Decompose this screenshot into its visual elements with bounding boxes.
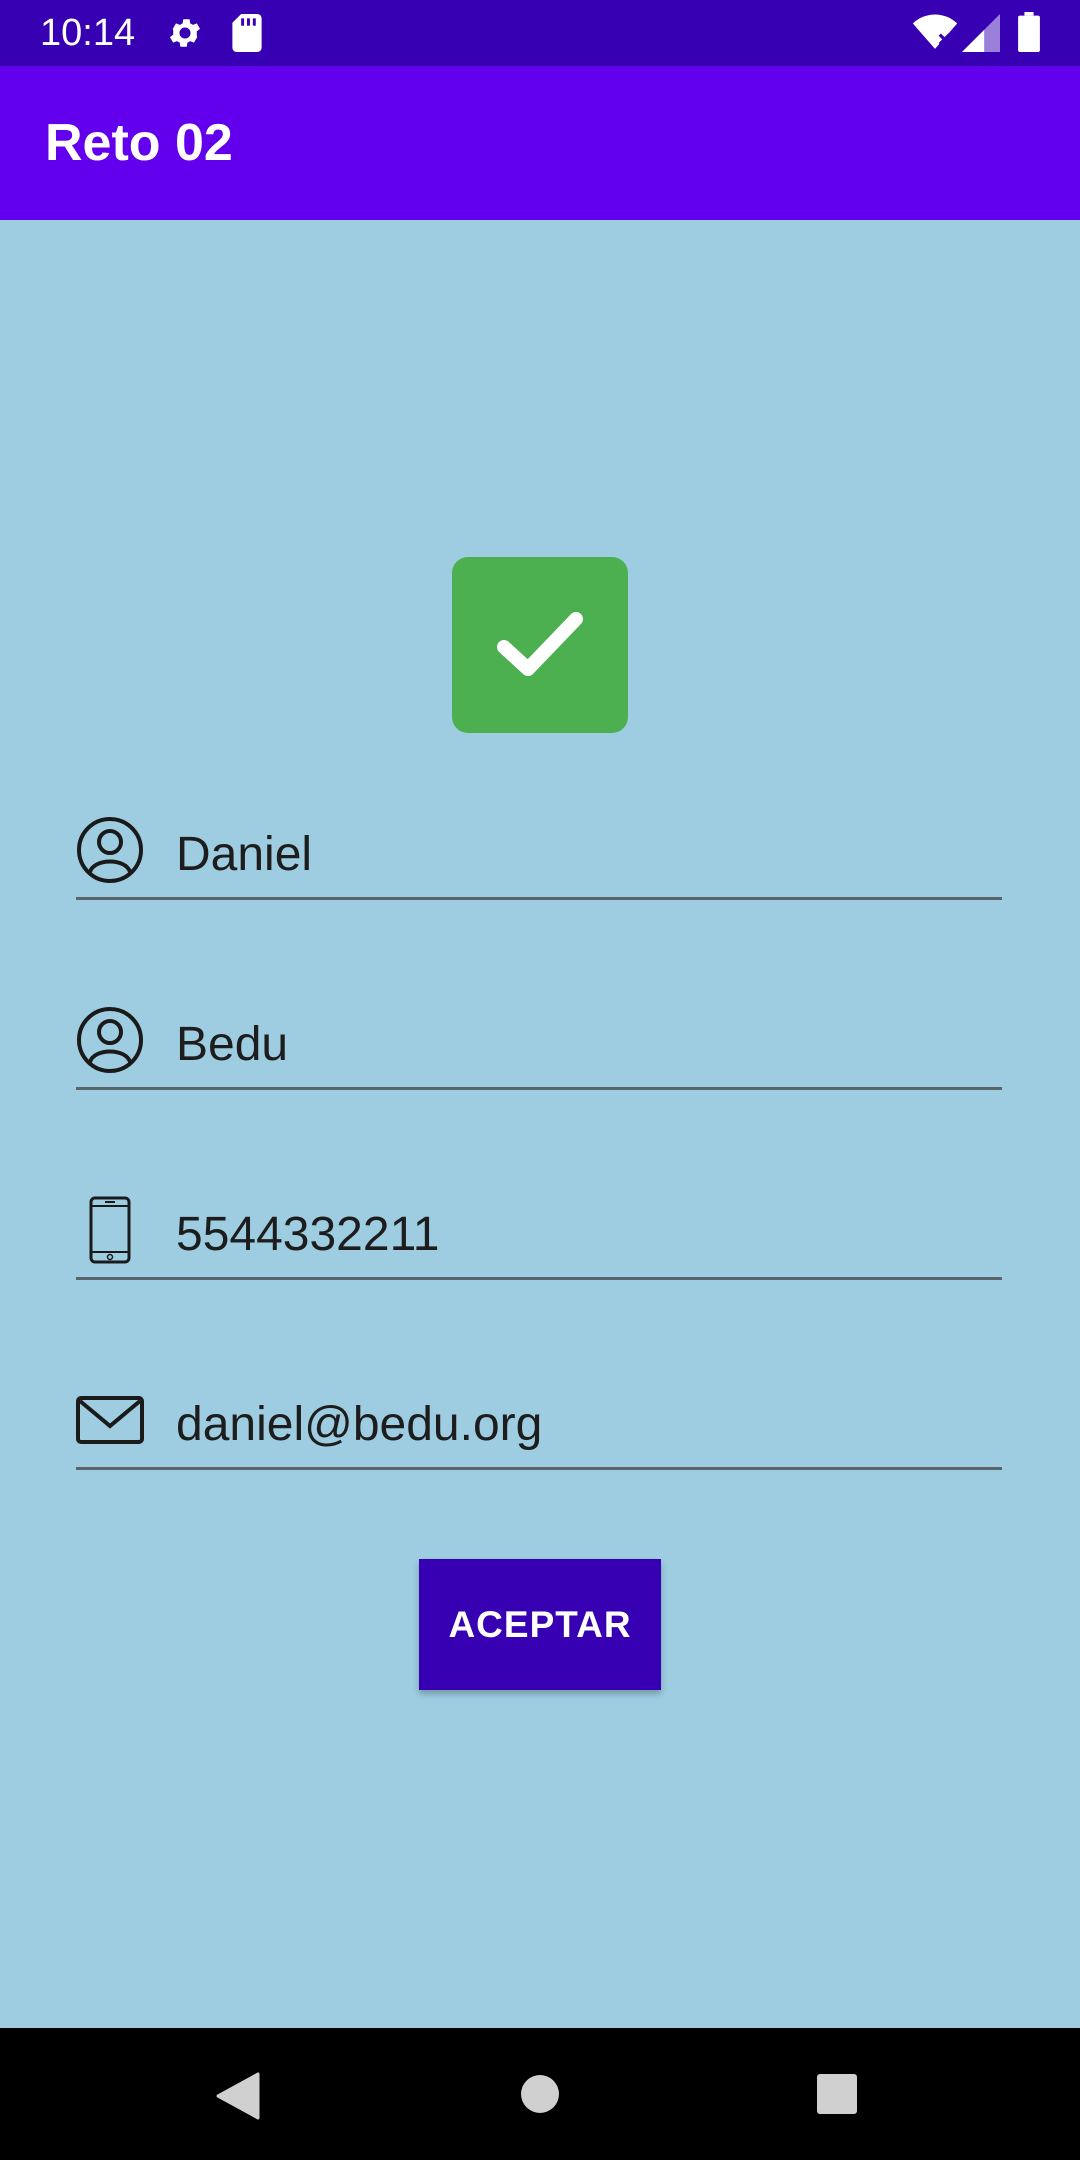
navigation-bar [0, 2028, 1080, 2160]
back-icon[interactable] [216, 2072, 260, 2120]
signal-icon [962, 14, 1000, 52]
phone-icon [89, 1196, 131, 1264]
email-underline [76, 1467, 1002, 1470]
status-bar: 10:14 [0, 0, 1080, 66]
email-value: daniel@bedu.org [176, 1398, 543, 1451]
email-icon [76, 1396, 144, 1444]
home-icon[interactable] [520, 2074, 560, 2114]
app-bar: Reto 02 [0, 66, 1080, 220]
first-name-underline [76, 897, 1002, 900]
check-image [452, 557, 628, 733]
phone-underline [76, 1277, 1002, 1280]
first-name-value: Daniel [176, 828, 313, 881]
wifi-icon [912, 14, 958, 49]
last-name-underline [76, 1087, 1002, 1090]
last-name-field[interactable]: Bedu [76, 998, 1002, 1090]
battery-icon [1018, 12, 1040, 52]
first-name-field[interactable]: Daniel [76, 808, 1002, 900]
person-icon [77, 1007, 143, 1073]
sd-card-icon [232, 14, 262, 52]
email-field[interactable]: daniel@bedu.org [76, 1378, 1002, 1470]
status-time: 10:14 [40, 12, 136, 54]
phone-field[interactable]: 5544332211 [76, 1188, 1002, 1280]
phone-value: 5544332211 [176, 1208, 440, 1261]
last-name-value: Bedu [176, 1018, 289, 1071]
recents-icon[interactable] [816, 2074, 858, 2114]
app-title: Reto 02 [45, 114, 233, 172]
gear-icon [169, 19, 201, 47]
accept-button[interactable]: ACEPTAR [419, 1559, 661, 1690]
person-icon [77, 817, 143, 883]
check-icon [497, 612, 583, 676]
